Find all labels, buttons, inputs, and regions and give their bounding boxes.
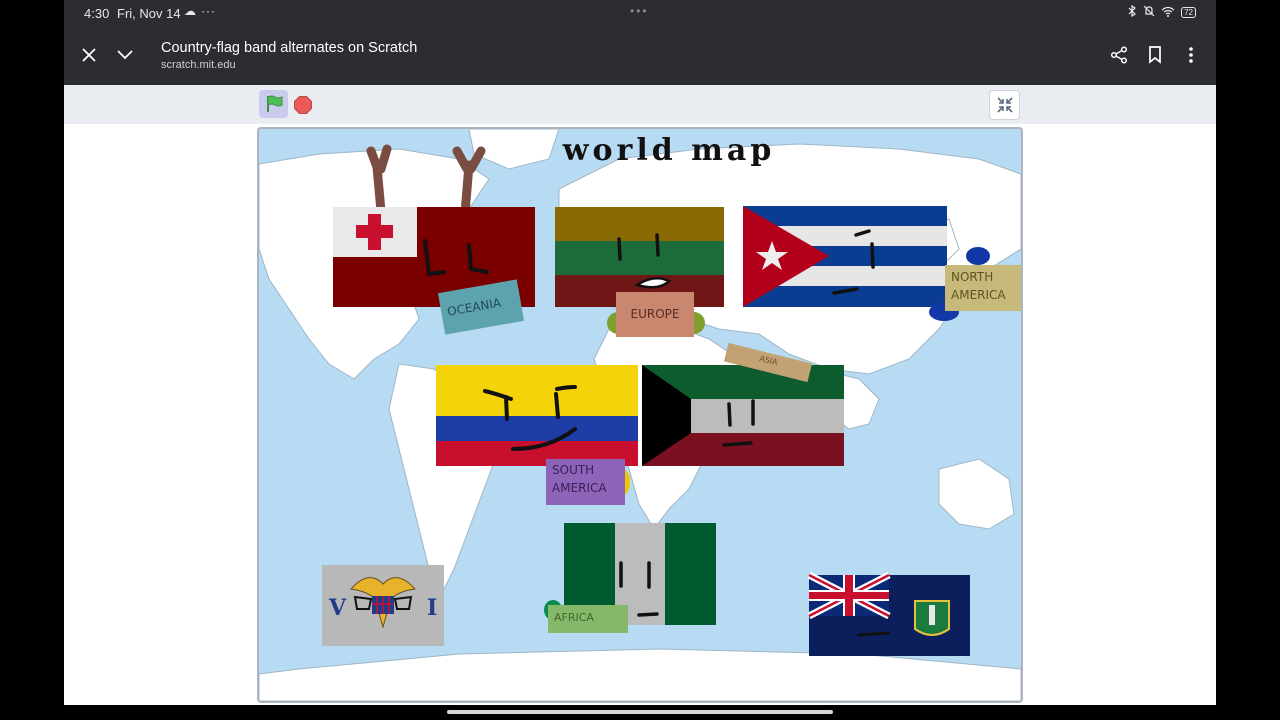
cloud-icon: ☁ [184, 4, 196, 18]
page-url: scratch.mit.edu [161, 59, 236, 71]
stop-icon[interactable] [294, 96, 312, 114]
minimize-button[interactable] [112, 42, 138, 68]
gesture-handle[interactable] [447, 710, 833, 714]
green-flag-icon [266, 95, 282, 112]
system-icons: 72 [1127, 4, 1196, 20]
share-icon [1110, 46, 1128, 64]
scratch-stage[interactable]: V I world map OCEANIA EUROPE NORTH AMERI… [257, 127, 1023, 703]
chevron-down-icon [117, 50, 133, 60]
scratch-controls-bar [64, 85, 1216, 124]
navigation-bar [64, 705, 1216, 720]
europe-tag: EUROPE [616, 292, 694, 337]
page-title: Country-flag band alternates on Scratch [161, 40, 418, 56]
north-america-tag: NORTH AMERICA [945, 265, 1021, 311]
multitask-dots[interactable]: ••• [630, 4, 649, 18]
green-flag-button[interactable] [259, 90, 288, 118]
us-virgin-islands-flag: V I [322, 565, 444, 646]
bookmark-button[interactable] [1142, 42, 1168, 68]
svg-text:I: I [427, 595, 437, 621]
stage-title: world map [562, 133, 776, 168]
status-date: Fri, Nov 14 [117, 6, 181, 21]
svg-text:V: V [328, 595, 347, 621]
page-title-block: Country-flag band alternates on Scratch … [161, 40, 417, 71]
status-more-notifications: ··· [201, 4, 216, 18]
more-options-button[interactable] [1178, 42, 1204, 68]
exit-fullscreen-icon [996, 97, 1013, 113]
south-america-tag-line-1: SOUTH [552, 463, 595, 477]
world-map-scene: V I [259, 129, 1021, 701]
bookmark-icon [1149, 46, 1161, 64]
web-page: V I world map OCEANIA EUROPE NORTH AMERI… [64, 85, 1216, 705]
north-america-tag-line-2: AMERICA [951, 288, 1006, 302]
battery-icon: 72 [1181, 7, 1196, 18]
browser-toolbar: Country-flag band alternates on Scratch … [64, 26, 1216, 85]
exit-fullscreen-button[interactable] [989, 90, 1020, 120]
more-vert-icon [1189, 47, 1193, 63]
british-virgin-islands-flag [807, 571, 970, 656]
close-icon [82, 48, 96, 62]
share-button[interactable] [1106, 42, 1132, 68]
kuwait-flag [642, 365, 844, 466]
status-time: 4:30 [84, 6, 110, 21]
close-button[interactable] [76, 42, 102, 68]
mute-icon [1143, 5, 1155, 20]
bluetooth-icon [1127, 4, 1137, 20]
africa-tag: AFRICA [548, 605, 628, 633]
south-america-tag: SOUTH AMERICA [546, 459, 625, 505]
status-bar: 4:30 Fri, Nov 14 ☁ ··· ••• 72 [64, 0, 1216, 26]
north-america-tag-line-1: NORTH [951, 270, 994, 284]
wifi-icon [1161, 6, 1175, 20]
south-america-tag-line-2: AMERICA [552, 481, 607, 495]
